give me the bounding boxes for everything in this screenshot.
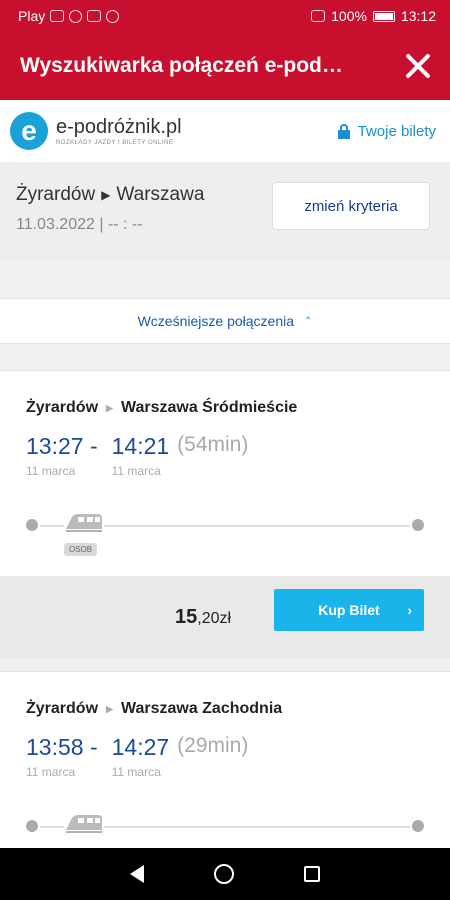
nfc-icon	[311, 10, 326, 22]
connection-card[interactable]: Żyrardów ▶ Warszawa Zachodnia 13:58 - 11…	[0, 671, 450, 851]
clock: 13:12	[400, 8, 436, 24]
lock-icon	[337, 124, 350, 139]
price-rest: ,20zł	[197, 609, 232, 627]
connection-times: 13:27 - 11 marca 14:21 11 marca (54min)	[26, 433, 248, 478]
arrival-time: 14:21	[111, 433, 170, 459]
connection-times: 13:58 - 11 marca 14:27 11 marca (29min)	[26, 734, 248, 779]
price-main: 15	[175, 605, 198, 628]
search-summary: Żyrardów ▶ Warszawa 11.03.2022 | -- : --…	[0, 162, 450, 260]
page-title: Wyszukiwarka połączeń e-pod…	[20, 54, 343, 77]
connection-route: Żyrardów ▶ Warszawa Śródmieście	[26, 399, 297, 417]
start-dot	[26, 519, 38, 531]
connection-route: Żyrardów ▶ Warszawa Zachodnia	[26, 700, 282, 718]
status-left: Play	[18, 8, 120, 24]
connection-to: Warszawa Śródmieście	[120, 399, 298, 416]
battery-icon	[372, 10, 395, 22]
arrival-date: 11 marca	[111, 765, 161, 779]
home-icon[interactable]	[214, 864, 234, 884]
message-icon	[69, 9, 83, 23]
status-right: 100% 13:12	[311, 8, 436, 24]
my-tickets-label: Twoje bilety	[357, 122, 436, 140]
departure-date: 11 marca	[26, 464, 76, 478]
back-icon[interactable]	[130, 865, 144, 883]
train-icon	[64, 511, 104, 533]
my-tickets-link[interactable]: Twoje bilety	[337, 122, 436, 140]
departure-time: 13:58 -	[26, 734, 98, 760]
recent-apps-icon[interactable]	[304, 866, 320, 882]
duration: (29min)	[177, 734, 249, 757]
route-to: Warszawa	[116, 184, 205, 205]
price-bar: 15,20zł Kup Bilet ›	[0, 576, 450, 658]
logo-text: e-podróżnik.pl ROZKŁADY JAZDY I BILETY O…	[56, 116, 182, 146]
cloud-icon	[87, 10, 102, 22]
chevron-up-icon: ⌃	[304, 315, 313, 327]
train-icon	[64, 812, 104, 834]
end-dot	[412, 820, 424, 832]
app-bar: Wyszukiwarka połączeń e-pod…	[0, 32, 450, 100]
price: 15,20zł	[175, 606, 231, 629]
signal-icon	[50, 10, 65, 22]
buy-ticket-button[interactable]: Kup Bilet ›	[274, 589, 424, 631]
end-dot	[412, 519, 424, 531]
route-arrow-icon: ▶	[106, 703, 113, 714]
change-criteria-button[interactable]: zmień kryteria	[272, 182, 430, 230]
brand-bar: e e-podróżnik.pl ROZKŁADY JAZDY I BILETY…	[0, 100, 450, 162]
brand-tagline: ROZKŁADY JAZDY I BILETY ONLINE	[56, 140, 174, 146]
route-from: Żyrardów	[16, 184, 96, 205]
whatsapp-icon	[106, 9, 120, 23]
connection-card[interactable]: Żyrardów ▶ Warszawa Śródmieście 13:27 - …	[0, 370, 450, 658]
duration: (54min)	[177, 433, 249, 456]
status-bar: Play 100% 13:12	[0, 0, 450, 32]
route-timeline: OSOB	[26, 511, 424, 557]
departure-time: 13:27 -	[26, 433, 98, 459]
connection-to: Warszawa Zachodnia	[120, 700, 283, 717]
carrier-label: Play	[18, 8, 46, 24]
brand-name: e-podróżnik.pl	[56, 116, 182, 138]
battery-percent: 100%	[331, 8, 367, 24]
earlier-connections-label: Wcześniejsze połączenia	[137, 313, 294, 329]
departure-date: 11 marca	[26, 765, 76, 779]
close-button[interactable]	[404, 52, 432, 80]
buy-ticket-label: Kup Bilet	[318, 602, 380, 618]
chevron-right-icon: ›	[407, 602, 412, 618]
train-type-badge: OSOB	[64, 543, 98, 556]
logo-icon: e	[10, 112, 48, 150]
start-dot	[26, 820, 38, 832]
system-nav-bar	[0, 848, 450, 900]
arrival-date: 11 marca	[111, 464, 161, 478]
connection-from: Żyrardów	[26, 700, 99, 717]
earlier-connections-button[interactable]: Wcześniejsze połączenia ⌃	[0, 298, 450, 344]
route-arrow-icon: ▶	[106, 402, 113, 413]
route-arrow-icon: ▶	[101, 188, 111, 202]
arrival-time: 14:27	[111, 734, 170, 760]
connection-from: Żyrardów	[26, 399, 99, 416]
